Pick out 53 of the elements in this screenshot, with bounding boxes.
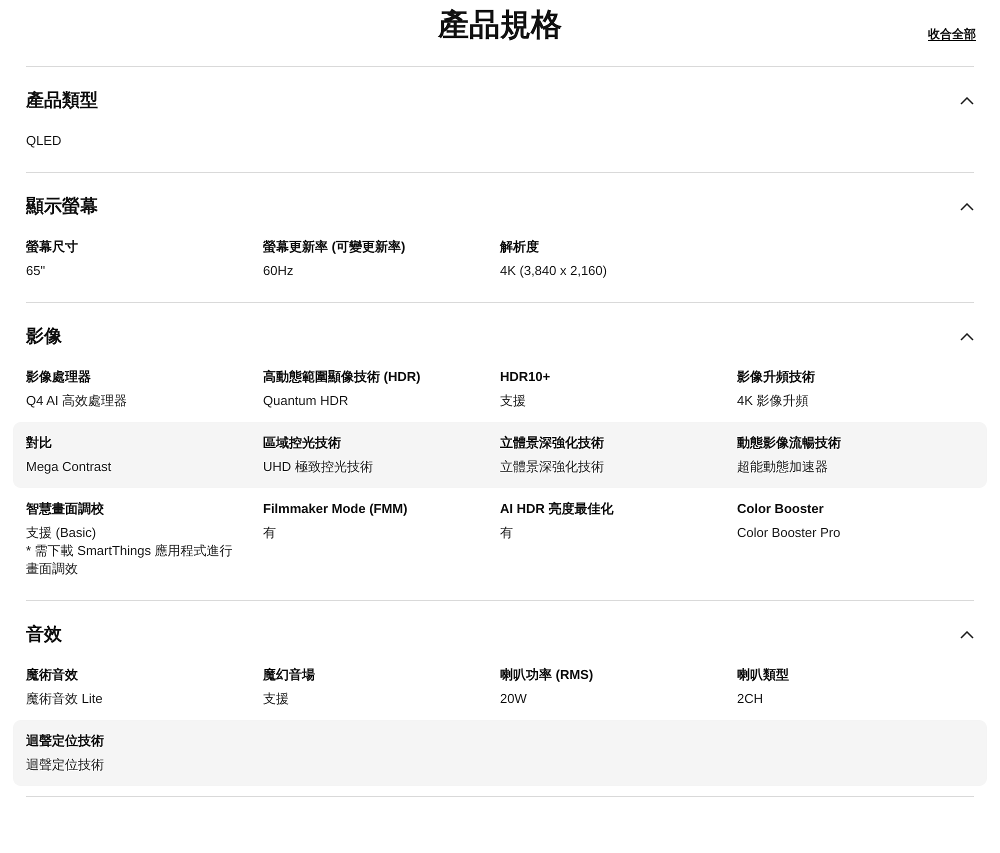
spec-label: 迴聲定位技術	[26, 732, 105, 750]
spec-label: 立體景深強化技術	[500, 434, 605, 452]
spec-label: Color Booster	[737, 500, 825, 518]
chevron-up-icon	[960, 630, 974, 638]
spec-value: 4K 影像升頻	[737, 392, 810, 410]
spec-value: 迴聲定位技術	[26, 756, 105, 774]
page-title: 產品規格	[438, 6, 562, 44]
spec-value: QLED	[26, 132, 62, 150]
spec-value: * 需下載 SmartThings 應用程式進行	[26, 542, 234, 560]
spec-label: HDR10+	[500, 368, 552, 386]
spec-label: 解析度	[500, 238, 540, 256]
spec-label: AI HDR 亮度最佳化	[500, 500, 614, 518]
spec-label: 影像升頻技術	[737, 368, 816, 386]
spec-label: 區域控光技術	[263, 434, 342, 452]
spec-label: Filmmaker Mode (FMM)	[263, 500, 408, 518]
spec-value: Mega Contrast	[26, 458, 112, 476]
chevron-up-icon	[960, 96, 974, 104]
spec-value: 畫面調效	[26, 560, 79, 578]
section-header[interactable]: 產品類型	[26, 67, 974, 120]
spec-value: 2CH	[737, 690, 764, 708]
spec-label: 喇叭功率 (RMS)	[500, 666, 594, 684]
spec-label: 螢幕尺寸	[26, 238, 79, 256]
spec-value: 立體景深強化技術	[500, 458, 605, 476]
spec-label: 螢幕更新率 (可變更新率)	[263, 238, 406, 256]
chevron-up-icon	[960, 202, 974, 210]
spec-label: 高動態範圍顯像技術 (HDR)	[263, 368, 422, 386]
spec-value: 有	[263, 524, 277, 542]
spec-value: 有	[500, 524, 514, 542]
spec-value: 4K (3,840 x 2,160)	[500, 262, 608, 280]
spec-value: Color Booster Pro	[737, 524, 842, 542]
spec-value: Q4 AI 高效處理器	[26, 392, 128, 410]
spec-label: 動態影像流暢技術	[737, 434, 842, 452]
spec-value: UHD 極致控光技術	[263, 458, 374, 476]
spec-label: 對比	[26, 434, 53, 452]
spec-label: 影像處理器	[26, 368, 92, 386]
section-header[interactable]: 顯示螢幕	[26, 173, 974, 226]
spec-value: 超能動態加速器	[737, 458, 829, 476]
spec-value: 支援	[263, 690, 290, 708]
spec-value: 魔術音效 Lite	[26, 690, 104, 708]
spec-label: 喇叭類型	[737, 666, 790, 684]
spec-label: 魔幻音場	[263, 666, 316, 684]
spec-value: Quantum HDR	[263, 392, 350, 410]
collapse-all-link[interactable]: 收合全部	[928, 25, 976, 43]
section-header[interactable]: 影像	[26, 303, 974, 356]
section-header[interactable]: 音效	[26, 601, 974, 654]
chevron-up-icon	[960, 332, 974, 340]
spec-value: 支援 (Basic)	[26, 524, 98, 542]
spec-value: 65"	[26, 262, 46, 280]
spec-value: 支援	[500, 392, 527, 410]
spec-value: 60Hz	[263, 262, 294, 280]
spec-label: 智慧畫面調校	[26, 500, 105, 518]
spec-label: 魔術音效	[26, 666, 79, 684]
spec-value: 20W	[500, 690, 528, 708]
